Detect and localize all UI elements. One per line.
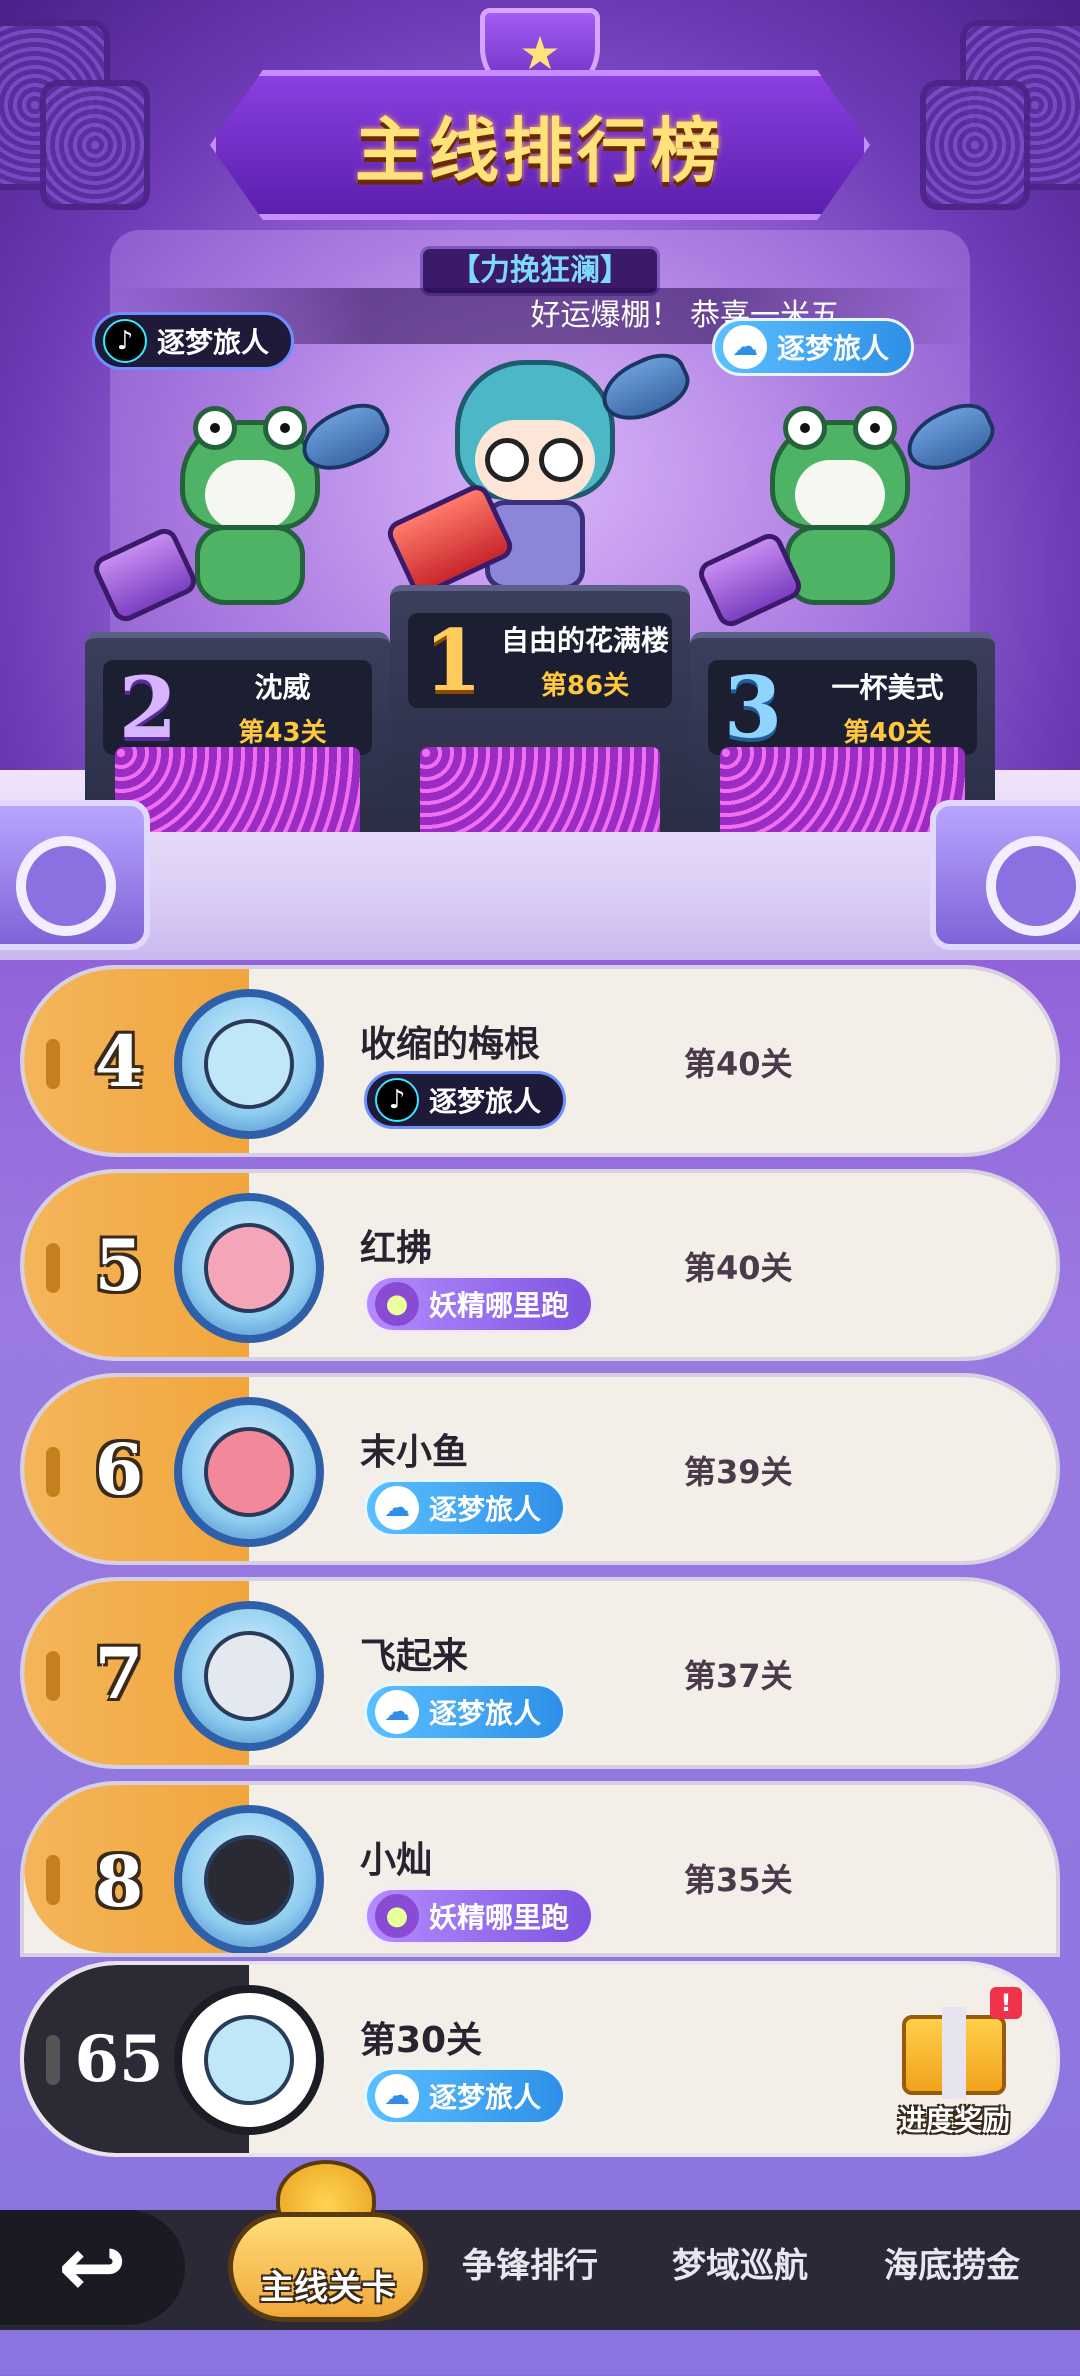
- back-arrow-icon: ↩: [58, 2220, 127, 2315]
- player-title-badge: ● 妖精哪里跑: [364, 1275, 595, 1333]
- ghost-icon: ☁: [375, 1486, 419, 1530]
- player-level: 第86关: [540, 671, 630, 701]
- badge-label: 妖精哪里跑: [429, 1289, 570, 1322]
- tab-competition-rank[interactable]: 争锋排行: [462, 2238, 598, 2287]
- alert-badge: !: [990, 1987, 1022, 2019]
- player-level: 第37关: [684, 1657, 793, 1695]
- player-level: 第40关: [684, 1249, 793, 1287]
- list-item[interactable]: 6 末小鱼 第39关 ☁ 逐梦旅人: [20, 1373, 1060, 1565]
- player-name: 沈威: [254, 671, 311, 704]
- player-name: 飞起来: [360, 1636, 469, 1677]
- player-level: 第35关: [684, 1861, 793, 1899]
- player-level: 第39关: [684, 1453, 793, 1491]
- tiktok-icon: ♪: [103, 319, 147, 363]
- podium-plate: 3 一杯美式 第40关: [708, 658, 977, 757]
- player-title-badge: ♪ 逐梦旅人: [92, 312, 295, 370]
- avatar[interactable]: [174, 1805, 324, 1953]
- my-rank-row[interactable]: 65 第30关 ☁ 逐梦旅人 ! 进度奖励: [20, 1961, 1060, 2157]
- my-rank-number: 65: [74, 2021, 164, 2097]
- player-level: 第43关: [238, 718, 327, 748]
- player-title-badge: ☁ 逐梦旅人: [712, 318, 915, 376]
- player-level: 第40关: [684, 1045, 793, 1083]
- ghost-icon: ☁: [375, 2074, 419, 2118]
- rank-number: 7: [94, 1631, 144, 1715]
- grape-icon: ●: [375, 1282, 419, 1326]
- page-title: 主线排行榜: [355, 109, 725, 192]
- tab-seabed-gold[interactable]: 海底捞金: [884, 2238, 1020, 2287]
- podium-plate: 1 自由的花满楼 第86关: [408, 611, 672, 710]
- player-title-badge: ☁ 逐梦旅人: [364, 1479, 567, 1537]
- rank-number: 5: [94, 1223, 144, 1307]
- ghost-icon: ☁: [723, 325, 767, 369]
- grape-icon: ●: [375, 1894, 419, 1938]
- speaker-decoration: [920, 80, 1030, 210]
- badge-label: 逐梦旅人: [429, 2081, 542, 2114]
- badge-label: 逐梦旅人: [777, 332, 890, 365]
- podium-first[interactable]: 1 自由的花满楼 第86关: [390, 585, 690, 832]
- badge-label: 逐梦旅人: [429, 1085, 542, 1118]
- tab-main-levels[interactable]: 主线关卡: [228, 2212, 428, 2322]
- list-item[interactable]: 5 红拂 第40关 ● 妖精哪里跑: [20, 1169, 1060, 1361]
- player-level: 第40关: [843, 718, 932, 748]
- leaderboard-title: 主线排行榜: [210, 70, 870, 220]
- player-name: 红拂: [360, 1228, 433, 1269]
- reward-label: 进度奖励: [897, 2104, 1010, 2137]
- rank-number: 8: [94, 1839, 144, 1923]
- avatar[interactable]: [174, 1397, 324, 1547]
- avatar[interactable]: [174, 1193, 324, 1343]
- rank-number: 1: [423, 611, 483, 710]
- list-item[interactable]: 7 飞起来 第37关 ☁ 逐梦旅人: [20, 1577, 1060, 1769]
- back-button[interactable]: ↩: [0, 2210, 185, 2325]
- rank-number: 4: [94, 1019, 144, 1103]
- player-name: 自由的花满楼: [500, 624, 669, 657]
- tab-dream-cruise[interactable]: 梦域巡航: [672, 2238, 808, 2287]
- badge-label: 妖精哪里跑: [429, 1901, 570, 1934]
- rank-number: 3: [723, 658, 783, 757]
- speaker-decoration: [40, 80, 150, 210]
- badge-label: 逐梦旅人: [429, 1493, 542, 1526]
- avatar[interactable]: [174, 1985, 324, 2135]
- player-title-badge: ● 妖精哪里跑: [364, 1887, 595, 1945]
- ghost-icon: ☁: [375, 1690, 419, 1734]
- list-item[interactable]: 8 小灿 第35关 ● 妖精哪里跑: [20, 1781, 1060, 1957]
- tiktok-icon: ♪: [375, 1078, 419, 1122]
- progress-reward-button[interactable]: ! 进度奖励: [884, 1985, 1024, 2137]
- avatar[interactable]: [174, 1601, 324, 1751]
- badge-label: 逐梦旅人: [429, 1697, 542, 1730]
- player-title-badge: ☁ 逐梦旅人: [364, 1683, 567, 1741]
- player-title-badge: ♪ 逐梦旅人: [364, 1071, 567, 1129]
- list-item[interactable]: 4 收缩的梅根 第40关 ♪ 逐梦旅人: [20, 965, 1060, 1157]
- player-title-badge: ☁ 逐梦旅人: [364, 2067, 567, 2125]
- my-level: 第30关: [360, 2020, 483, 2061]
- speaker-decoration: [0, 800, 150, 950]
- podium-light: [115, 747, 360, 832]
- player-name: 小灿: [360, 1840, 433, 1881]
- badge-label: 逐梦旅人: [157, 326, 270, 359]
- podium-light: [720, 747, 965, 832]
- tab-label: 主线关卡: [260, 2268, 396, 2308]
- podium-plate: 2 沈威 第43关: [103, 658, 372, 757]
- player-name: 收缩的梅根: [360, 1024, 541, 1065]
- speaker-decoration: [930, 800, 1080, 950]
- podium-light: [420, 747, 660, 832]
- avatar[interactable]: [174, 989, 324, 1139]
- player-name: 一杯美式: [831, 671, 944, 704]
- rank-number: 6: [94, 1427, 144, 1511]
- rank-number: 2: [118, 658, 178, 757]
- player-name: 末小鱼: [360, 1432, 469, 1473]
